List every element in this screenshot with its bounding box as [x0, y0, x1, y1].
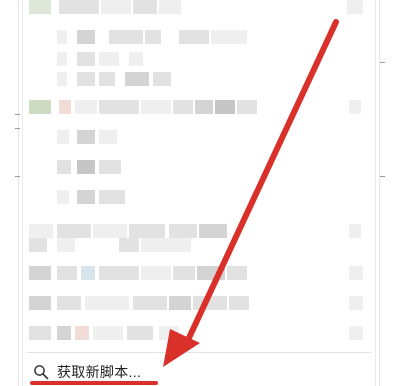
annotation-arrow: [163, 19, 339, 367]
